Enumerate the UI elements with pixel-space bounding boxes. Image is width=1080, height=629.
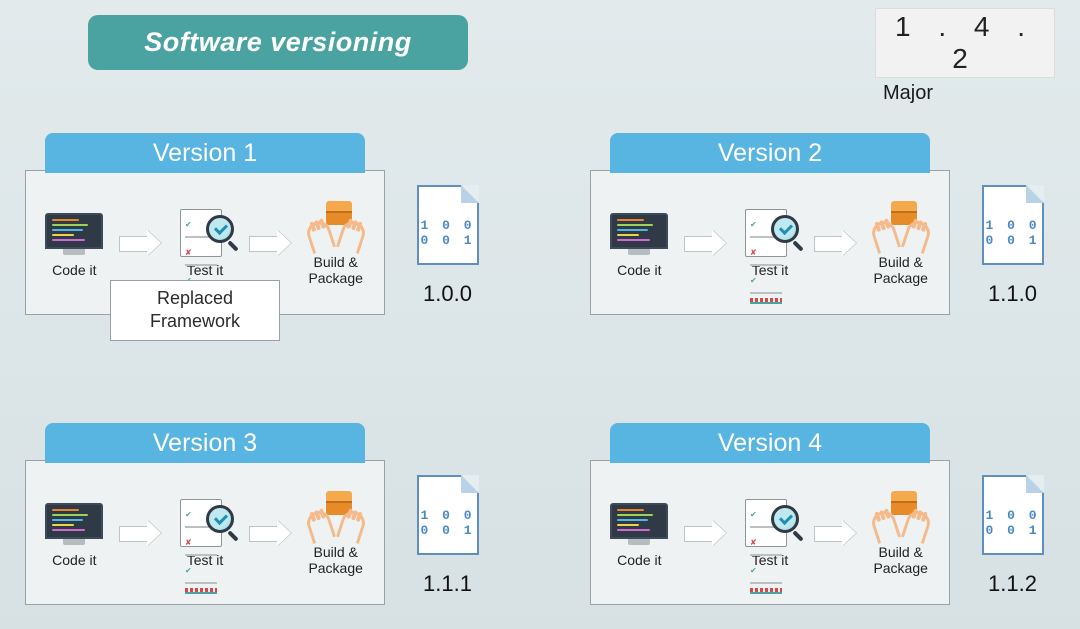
binary-file-icon: 1 0 0 0 0 1 bbox=[982, 185, 1044, 265]
file-bits: 1 0 0 0 0 1 bbox=[985, 218, 1039, 249]
note-replaced-framework: Replaced Framework bbox=[110, 280, 280, 341]
stage-code: Code it bbox=[595, 207, 684, 278]
artifact-file-4: 1 0 0 0 0 1 1.1.2 bbox=[970, 475, 1055, 597]
hands-box-icon bbox=[871, 199, 931, 251]
file-version-label: 1.1.0 bbox=[988, 281, 1037, 307]
hands-box-icon bbox=[871, 489, 931, 541]
title-banner: Software versioning bbox=[88, 15, 468, 70]
binary-file-icon: 1 0 0 0 0 1 bbox=[417, 475, 479, 555]
artifact-file-1: 1 0 0 0 0 1 1.0.0 bbox=[405, 185, 490, 307]
card-header: Version 1 bbox=[45, 133, 365, 173]
arrow-right-icon bbox=[684, 522, 726, 544]
card-header: Version 2 bbox=[610, 133, 930, 173]
stage-label: Build & Package bbox=[873, 544, 927, 576]
version-card-4: Version 4 Code it ✔✘✔ Test it Build & Pa… bbox=[590, 460, 950, 605]
file-version-label: 1.1.2 bbox=[988, 571, 1037, 597]
stage-row: Code it ✔✘✔ Test it Build & Package bbox=[591, 171, 949, 314]
stage-label: Code it bbox=[52, 262, 96, 278]
version-card-3: Version 3 Code it ✔✘✔ Test it Build & Pa… bbox=[25, 460, 385, 605]
arrow-right-icon bbox=[249, 522, 291, 544]
artifact-file-2: 1 0 0 0 0 1 1.1.0 bbox=[970, 185, 1055, 307]
stage-label: Code it bbox=[52, 552, 96, 568]
file-bits: 1 0 0 0 0 1 bbox=[420, 508, 474, 539]
stage-build: Build & Package bbox=[856, 489, 945, 576]
stage-test: ✔✘✔ Test it bbox=[726, 497, 815, 568]
arrow-right-icon bbox=[249, 232, 291, 254]
stage-code: Code it bbox=[30, 207, 119, 278]
arrow-right-icon bbox=[814, 232, 856, 254]
artifact-file-3: 1 0 0 0 0 1 1.1.1 bbox=[405, 475, 490, 597]
magnifier-check-icon: ✔✘✔ bbox=[740, 207, 800, 259]
hands-box-icon bbox=[306, 489, 366, 541]
stage-test: ✔✘✔ Test it bbox=[161, 497, 250, 568]
magnifier-check-icon: ✔✘✔ bbox=[740, 497, 800, 549]
stage-test: ✔✘✔ Test it bbox=[161, 207, 250, 278]
stage-build: Build & Package bbox=[291, 199, 380, 286]
version-card-2: Version 2 Code it ✔✘✔ Test it Build & Pa… bbox=[590, 170, 950, 315]
title-text: Software versioning bbox=[144, 27, 412, 58]
magnifier-check-icon: ✔✘✔ bbox=[175, 497, 235, 549]
stage-label: Code it bbox=[617, 552, 661, 568]
file-version-label: 1.1.1 bbox=[423, 571, 472, 597]
stage-row: Code it ✔✘✔ Test it Build & Package bbox=[26, 461, 384, 604]
card-header: Version 4 bbox=[610, 423, 930, 463]
monitor-code-icon bbox=[609, 497, 669, 549]
stage-label: Build & Package bbox=[308, 254, 362, 286]
file-bits: 1 0 0 0 0 1 bbox=[420, 218, 474, 249]
stage-label: Build & Package bbox=[873, 254, 927, 286]
hands-box-icon bbox=[306, 199, 366, 251]
arrow-right-icon bbox=[119, 232, 161, 254]
arrow-right-icon bbox=[119, 522, 161, 544]
legend-digits: 1 . 4 . 2 bbox=[875, 8, 1055, 78]
card-header: Version 3 bbox=[45, 423, 365, 463]
stage-row: Code it ✔✘✔ Test it Build & Package bbox=[591, 461, 949, 604]
version-legend: 1 . 4 . 2 Major bbox=[875, 8, 1055, 105]
stage-label: Code it bbox=[617, 262, 661, 278]
stage-build: Build & Package bbox=[291, 489, 380, 576]
binary-file-icon: 1 0 0 0 0 1 bbox=[982, 475, 1044, 555]
stage-code: Code it bbox=[30, 497, 119, 568]
legend-caption: Major bbox=[883, 82, 933, 105]
stage-test: ✔✘✔ Test it bbox=[726, 207, 815, 278]
arrow-right-icon bbox=[684, 232, 726, 254]
stage-label: Build & Package bbox=[308, 544, 362, 576]
file-version-label: 1.0.0 bbox=[423, 281, 472, 307]
binary-file-icon: 1 0 0 0 0 1 bbox=[417, 185, 479, 265]
magnifier-check-icon: ✔✘✔ bbox=[175, 207, 235, 259]
monitor-code-icon bbox=[609, 207, 669, 259]
stage-build: Build & Package bbox=[856, 199, 945, 286]
monitor-code-icon bbox=[44, 497, 104, 549]
monitor-code-icon bbox=[44, 207, 104, 259]
arrow-right-icon bbox=[814, 522, 856, 544]
file-bits: 1 0 0 0 0 1 bbox=[985, 508, 1039, 539]
stage-code: Code it bbox=[595, 497, 684, 568]
